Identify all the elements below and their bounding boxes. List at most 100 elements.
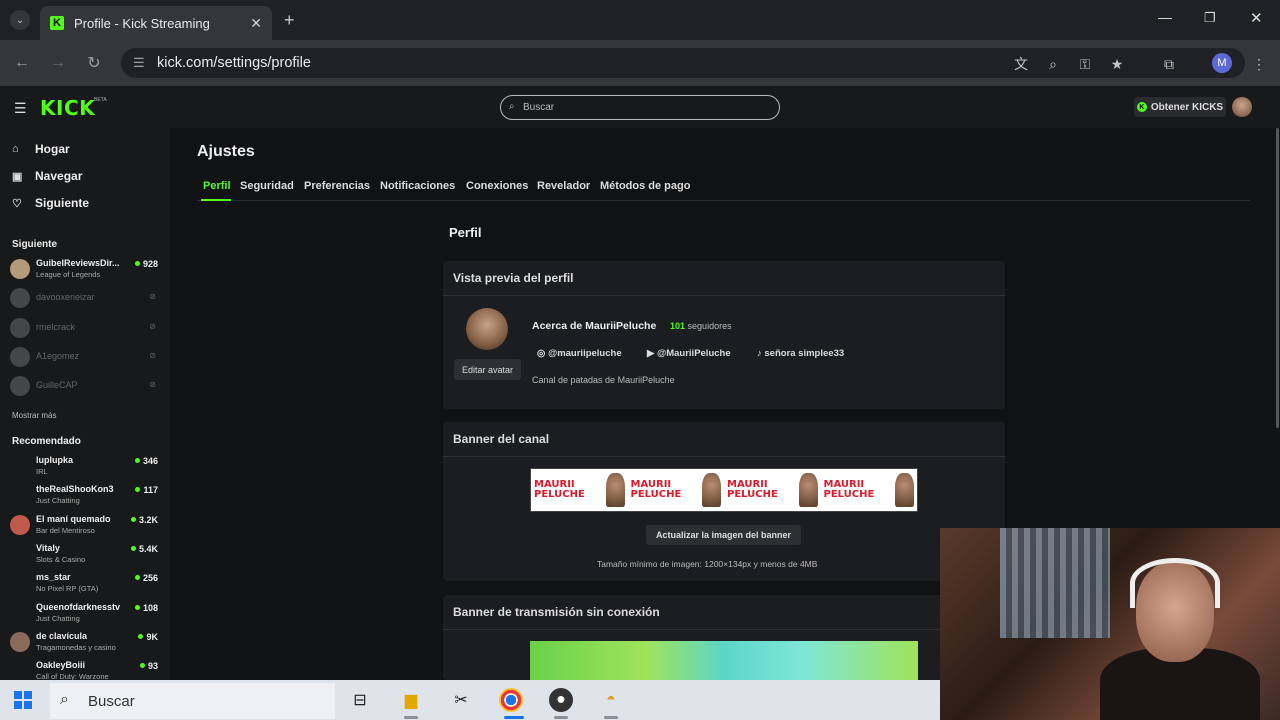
followers-count: 101 seguidores <box>670 321 732 331</box>
following-channel[interactable]: GuibelReviewsDir... League of Legends 928 <box>10 256 160 282</box>
update-banner-button[interactable]: Actualizar la imagen del banner <box>646 525 801 545</box>
kick-logo[interactable]: KICK <box>40 96 95 120</box>
page-title: Ajustes <box>197 143 255 160</box>
card-divider <box>443 629 1005 630</box>
taskbar-search[interactable]: ⌕ Buscar <box>50 683 335 719</box>
viewer-count: 108 <box>135 603 158 613</box>
viewer-count: 928 <box>135 259 158 269</box>
browser-profile-avatar[interactable]: M <box>1212 53 1232 73</box>
search-placeholder: Buscar <box>523 102 555 113</box>
reload-icon[interactable]: ↻ <box>83 52 105 74</box>
tab-seguridad[interactable]: Seguridad <box>240 180 294 192</box>
tab-search-button[interactable]: ⌄ <box>10 10 30 30</box>
youtube-handle: @MauriiPeluche <box>656 348 731 359</box>
banner-text: MAURII PELUCHE <box>727 479 778 500</box>
forward-icon[interactable]: → <box>47 52 69 74</box>
profile-preview-card: Vista previa del perfil <box>443 261 1005 409</box>
edit-avatar-button[interactable]: Editar avatar <box>454 359 521 380</box>
page-scrollbar[interactable] <box>1276 128 1279 428</box>
recommended-channel[interactable]: de clavícula Tragamonedas y casino 9K <box>10 629 160 655</box>
tab-preferencias[interactable]: Preferencias <box>304 180 370 192</box>
viewer-count: 9K <box>138 632 158 642</box>
sidebar-item-following[interactable]: ♡ Siguiente <box>12 196 89 210</box>
channel-avatar <box>10 259 30 279</box>
viewer-count: 346 <box>135 456 158 466</box>
new-tab-button[interactable]: + <box>284 10 295 31</box>
channel-avatar <box>10 347 30 367</box>
channel-name: El maní quemado <box>36 514 111 524</box>
chrome-icon[interactable] <box>499 688 523 712</box>
offline-banner-image <box>530 641 918 680</box>
get-kicks-button[interactable]: K Obtener KICKS <box>1134 97 1226 117</box>
user-avatar[interactable] <box>1232 97 1252 117</box>
kicks-coin-icon: K <box>1136 102 1147 112</box>
following-channel[interactable]: rmelcrack ⊘ <box>10 315 160 341</box>
channel-avatar <box>10 515 30 535</box>
obs-icon[interactable]: ● <box>549 688 573 712</box>
recommended-channel[interactable]: Vitaly Slots & Casino 5.4K <box>10 541 160 567</box>
restore-icon[interactable]: ❐ <box>1204 10 1216 26</box>
channel-category: Just Chatting <box>36 496 80 505</box>
recommended-channel[interactable]: El maní quemado Bar del Mentiroso 3.2K <box>10 512 160 538</box>
sidebar-item-browse[interactable]: ▣ Navegar <box>12 169 82 183</box>
following-channel[interactable]: GuilleCAP ⊘ <box>10 373 160 399</box>
burger-app-icon[interactable]: ◓ <box>599 688 623 712</box>
youtube-link[interactable]: ▶ @MauriiPeluche <box>647 348 731 359</box>
minimize-icon[interactable]: — <box>1158 9 1172 25</box>
active-indicator <box>504 716 524 719</box>
channel-name: A1egomez <box>36 351 80 361</box>
show-more-link[interactable]: Mostrar más <box>12 411 56 420</box>
task-view-icon[interactable]: ⊟ <box>348 688 372 712</box>
channel-name: theRealShooKon3 <box>36 484 114 494</box>
instagram-link[interactable]: ◎ @mauriipeluche <box>537 348 622 359</box>
recommended-channel[interactable]: ms_star No Pixel RP (GTA) 256 <box>10 570 160 596</box>
tab-conexiones[interactable]: Conexiones <box>466 180 528 192</box>
tab-revelador[interactable]: Revelador <box>537 180 590 192</box>
browser-menu-icon[interactable]: ⋮ <box>1250 55 1268 73</box>
kick-favicon-icon: K <box>50 16 64 30</box>
tab-perfil[interactable]: Perfil <box>203 180 231 192</box>
browser-tab[interactable]: K Profile - Kick Streaming ✕ <box>40 6 272 40</box>
tiktok-link[interactable]: ♪ señora simplee33 <box>757 348 844 359</box>
profile-avatar <box>466 308 508 350</box>
banner-face <box>702 473 721 507</box>
viewer-count: 3.2K <box>131 515 158 525</box>
site-info-icon[interactable]: ☰ <box>133 55 149 71</box>
following-channel[interactable]: davooxeneizar ⊘ <box>10 285 160 311</box>
channel-name: Vitaly <box>36 543 60 553</box>
sidebar-item-label: Siguiente <box>35 196 90 210</box>
card-title: Banner de transmisión sin conexión <box>453 605 660 619</box>
get-kicks-label: Obtener KICKS <box>1150 101 1224 113</box>
extensions-icon[interactable]: ⧉ <box>1160 55 1178 73</box>
following-channel[interactable]: A1egomez ⊘ <box>10 344 160 370</box>
recommended-channel[interactable]: Queenofdarknesstv Just Chatting 108 <box>10 600 160 626</box>
capcut-icon[interactable]: ✂ <box>449 688 473 712</box>
recommended-heading: Recomendado <box>12 436 81 447</box>
tab-metodos-de-pago[interactable]: Métodos de pago <box>600 180 690 192</box>
tab-close-icon[interactable]: ✕ <box>250 15 262 32</box>
running-indicator <box>554 716 568 719</box>
channel-name: OakleyBoiii <box>36 660 86 670</box>
channel-category: League of Legends <box>36 270 101 279</box>
banner-segment: MAURII PELUCHE <box>724 469 821 511</box>
windows-start-icon[interactable] <box>14 691 32 709</box>
site-search-input[interactable]: ⌕ Buscar <box>500 95 780 120</box>
back-icon[interactable]: ← <box>11 52 33 74</box>
channel-name: davooxeneizar <box>36 292 95 302</box>
followers-label: seguidores <box>687 321 732 331</box>
recommended-channel[interactable]: luplupka IRL 346 <box>10 453 160 479</box>
sidebar-item-home[interactable]: ⌂ Hogar <box>12 142 70 156</box>
banner-text: MAURII PELUCHE <box>823 479 875 500</box>
translate-icon[interactable]: 文 <box>1012 55 1030 73</box>
key-icon[interactable]: ⚿ <box>1076 55 1094 73</box>
bookmark-star-icon[interactable]: ★ <box>1108 55 1126 73</box>
hamburger-menu-icon[interactable]: ☰ <box>14 100 28 117</box>
window-close-icon[interactable]: ✕ <box>1250 9 1263 27</box>
file-explorer-icon[interactable]: ▆ <box>399 688 423 712</box>
tiktok-handle: señora simplee33 <box>764 348 845 359</box>
channel-avatar <box>10 632 30 652</box>
home-icon: ⌂ <box>12 143 19 155</box>
tab-notificaciones[interactable]: Notificaciones <box>380 180 455 192</box>
zoom-icon[interactable]: ⌕ <box>1044 55 1062 73</box>
recommended-channel[interactable]: theRealShooKon3 Just Chatting 117 <box>10 482 160 508</box>
